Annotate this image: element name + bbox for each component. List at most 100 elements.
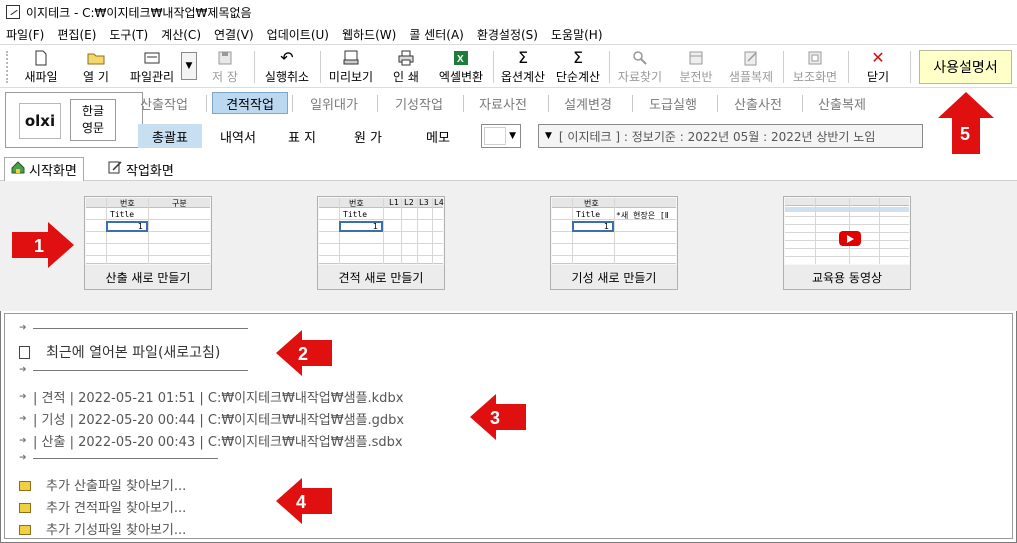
excel-export-button[interactable]: X 엑셀변환 [434,47,488,85]
play-icon [839,231,861,246]
grid-header-cell: L2 [404,198,414,207]
new-progress-template[interactable]: 번호 Title *새 현장은 [Ⅱ 1 기성 새로 만들기 [550,196,678,290]
sample-copy-button[interactable]: 샘플복제 [724,47,778,85]
grid-line [552,243,676,244]
user-manual-button[interactable]: 사용설명서 [919,50,1012,84]
lang-english: 영문 [81,121,105,135]
grid-header-cell: 번호 [349,199,364,208]
document-icon [19,345,30,359]
sub-screen-button[interactable]: 보조화면 [787,47,843,85]
recent-file-item[interactable]: ➜ | 견적 | 2022-05-21 01:51 | C:₩이지테크₩내작업₩샘… [19,387,403,406]
menu-help[interactable]: 도움말(H) [551,26,603,43]
simple-calc-button[interactable]: Σ 단순계산 [552,47,604,85]
excel-icon: X [452,49,470,67]
print-button[interactable]: 인 쇄 [384,47,428,85]
subtab-cost[interactable]: 원 가 [336,124,400,148]
tab-divider [632,95,633,112]
home-icon [11,161,25,178]
tab-work-screen[interactable]: 작업화면 [102,157,180,181]
tab-work-screen-label: 작업화면 [126,163,174,179]
tab-calc-dictionary[interactable]: 산출사전 [720,92,796,114]
grid-line [86,231,210,232]
open-label: 열 기 [83,70,109,84]
save-label: 저 장 [212,70,238,84]
arrow-icon: ➜ [19,413,27,424]
menu-file[interactable]: 파일(F) [6,26,44,43]
template-preview: 번호 구분 Title 1 [86,198,210,264]
caret-down-icon: ▼ [509,131,516,141]
grid-selected-cell: 1 [339,221,383,232]
subtab-memo[interactable]: 메모 [406,124,470,148]
arrow-icon: ➜ [19,323,27,333]
grid-header-cell: 번호 [120,199,135,208]
menu-edit[interactable]: 편집(E) [57,26,96,43]
recent-file-item[interactable]: ➜ | 산출 | 2022-05-20 00:43 | C:₩이지테크₩내작업₩샘… [19,431,403,450]
grid-title-cell: Title [343,210,368,219]
tab-calc-copy[interactable]: 산출복제 [804,92,880,114]
open-folder-icon [87,49,105,67]
grid-header-cell: L3 [419,198,429,207]
print-label: 인 쇄 [393,70,419,84]
panel-button[interactable]: 분전반 [672,47,720,85]
grid-line [815,198,816,264]
browse-estimate-files-link[interactable]: 추가 견적파일 찾아보기... [19,497,186,516]
file-manage-dropdown[interactable]: ▼ [181,52,197,80]
education-video-template[interactable]: 교육용 동영상 [783,196,911,290]
color-picker[interactable]: ▼ [481,124,521,148]
menu-calc[interactable]: 계산(C) [161,26,201,43]
menu-bar: 파일(F) 편집(E) 도구(T) 계산(C) 연결(V) 업데이트(U) 웹하… [0,24,1017,44]
folder-icon [19,480,31,491]
toolbar-grip[interactable] [6,51,10,83]
info-standard-combo[interactable]: ▼ [ 이지테크 ] : 정보기준 : 2022년 05월 : 2022년 상반… [538,124,923,148]
callout-arrow-1: 1 [12,222,74,268]
grid-line [319,255,443,256]
subtab-details[interactable]: 내역서 [206,124,270,148]
new-calc-template[interactable]: 번호 구분 Title 1 산출 새로 만들기 [84,196,212,290]
sample-copy-icon [742,49,760,67]
preview-button[interactable]: 미리보기 [324,47,378,85]
tab-divider [292,95,293,112]
tab-start-screen[interactable]: 시작화면 [4,157,84,181]
menu-update[interactable]: 업데이트(U) [267,26,329,43]
recent-file-text: | 견적 | 2022-05-21 01:51 | C:₩이지테크₩내작업₩샘플… [33,391,404,406]
panel-icon [687,49,705,67]
close-button[interactable]: ✕ 닫기 [856,47,900,85]
browse-calc-files-link[interactable]: 추가 산출파일 찾아보기... [19,475,186,494]
undo-button[interactable]: ↶ 실행취소 [258,47,316,85]
find-data-button[interactable]: 자료찾기 [613,47,667,85]
tab-design-change[interactable]: 설계변경 [550,92,626,114]
tab-unit-cost[interactable]: 일위대가 [296,92,372,114]
callout-arrow-3: 3 [470,394,526,440]
tab-data-dictionary[interactable]: 자료사전 [465,92,541,114]
new-estimate-template[interactable]: 번호 L1 L2 L3 L4 Title 1 견적 새로 만들기 [317,196,445,290]
subtab-summary[interactable]: 총괄표 [138,124,202,148]
language-toggle-button[interactable]: 한글 영문 [70,99,116,141]
menu-callcenter[interactable]: 콜 센터(A) [409,26,464,43]
grid-line [86,255,210,256]
menu-webhard[interactable]: 웹하드(W) [342,26,396,43]
tab-progress-work[interactable]: 기성작업 [381,92,457,114]
toolbar-separator [609,51,610,83]
template-caption: 산출 새로 만들기 [85,265,211,289]
simple-calc-label: 단순계산 [555,70,601,84]
option-calc-button[interactable]: Σ 옵션계산 [497,47,549,85]
new-file-button[interactable]: 새파일 [18,47,64,85]
tab-estimate-work[interactable]: 견적작업 [212,92,288,114]
tab-contract-exec[interactable]: 도급실행 [635,92,711,114]
browse-progress-files-link[interactable]: 추가 기성파일 찾아보기... [19,519,186,538]
menu-tools[interactable]: 도구(T) [109,26,148,43]
grid-line [86,243,210,244]
file-manage-button[interactable]: 파일관리 [124,47,180,85]
recent-refresh-link[interactable]: 최근에 열어본 파일(새로고침) [19,342,220,362]
grid-selected-cell: 1 [572,221,614,232]
save-button[interactable]: 저 장 [204,47,246,85]
menu-link[interactable]: 연결(V) [214,26,254,43]
open-button[interactable]: 열 기 [74,47,118,85]
app-icon [6,5,20,19]
tab-calc-work[interactable]: 산출작업 [126,92,202,114]
option-calc-label: 옵션계산 [500,70,546,84]
rule [33,369,248,371]
recent-file-item[interactable]: ➜ | 기성 | 2022-05-20 00:44 | C:₩이지테크₩내작업₩샘… [19,409,404,428]
menu-settings[interactable]: 환경설정(S) [477,26,538,43]
subtab-cover[interactable]: 표 지 [270,124,334,148]
